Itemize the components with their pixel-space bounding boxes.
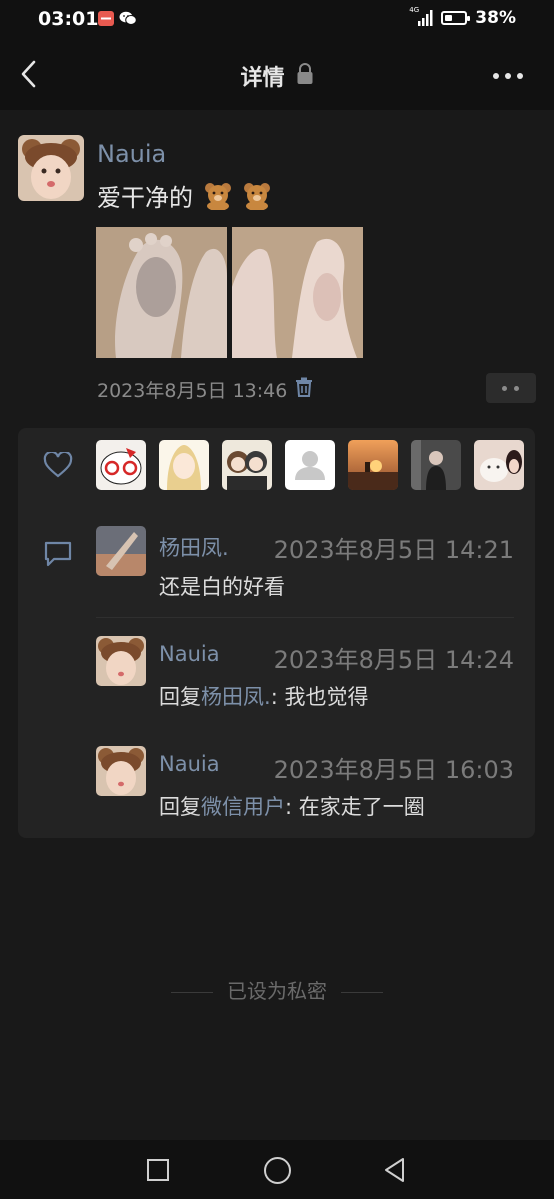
reply-prefix: 回复: [159, 685, 201, 709]
dot-icon: [502, 386, 507, 391]
comment-text-content: 还是白的好看: [159, 575, 285, 599]
post-photo[interactable]: [96, 227, 227, 358]
commenter-avatar[interactable]: [96, 746, 146, 796]
comment-time: 2023年8月5日 16:03: [273, 756, 514, 784]
author-name[interactable]: Nauia: [97, 140, 166, 168]
post-photo[interactable]: [232, 227, 363, 358]
comment-item[interactable]: Nauia 2023年8月5日 16:03 回复微信用户: 在家走了一圈: [96, 746, 514, 826]
comment-time: 2023年8月5日 14:21: [273, 536, 514, 564]
comment-text: 回复杨田凤.: 我也觉得: [159, 681, 368, 711]
network-type-label: 4G: [409, 6, 420, 14]
privacy-note: 已设为私密: [0, 975, 554, 1004]
comment-text-content: 在家走了一圈: [298, 795, 425, 819]
liker-avatar[interactable]: [159, 440, 209, 490]
liker-avatar[interactable]: [96, 440, 146, 490]
commenter-avatar[interactable]: [96, 636, 146, 686]
interaction-panel: 杨田凤. 2023年8月5日 14:21 还是白的好看 Nauia 2023年8…: [18, 428, 535, 838]
comment-icon: [43, 540, 73, 572]
home-icon[interactable]: [264, 1157, 291, 1184]
reply-to-name[interactable]: 杨田凤.: [201, 685, 271, 709]
reply-to-name[interactable]: 微信用户: [201, 795, 285, 819]
likers-list: [96, 440, 524, 490]
post-text: 爱干净的: [97, 178, 272, 216]
battery-icon: [441, 11, 471, 25]
comment-text-content: 我也觉得: [284, 685, 369, 709]
battery-percent: 38%: [475, 8, 516, 28]
bear-icon: [242, 182, 272, 216]
post-meta: 2023年8月5日 13:46: [97, 376, 313, 403]
comment-text: 还是白的好看: [159, 571, 285, 601]
commenter-avatar[interactable]: [96, 526, 146, 576]
liker-avatar-default[interactable]: [285, 440, 335, 490]
divider: [96, 617, 514, 618]
comment-text: 回复微信用户: 在家走了一圈: [159, 791, 425, 821]
liker-avatar[interactable]: [222, 440, 272, 490]
signal-icon: 4G: [409, 6, 433, 27]
comment-item[interactable]: Nauia 2023年8月5日 14:24 回复杨田凤.: 我也觉得: [96, 636, 514, 716]
reply-separator: :: [285, 795, 299, 819]
title-wrap: 详情: [0, 60, 554, 92]
app-notification-icon: [98, 11, 114, 26]
commenter-name[interactable]: Nauia: [159, 752, 220, 776]
battery-level: [445, 15, 453, 21]
heart-icon: [43, 450, 73, 482]
page-title: 详情: [240, 66, 285, 91]
privacy-note-text: 已设为私密: [227, 979, 327, 1003]
nav-back-icon[interactable]: [382, 1156, 408, 1188]
comment-item[interactable]: 杨田凤. 2023年8月5日 14:21 还是白的好看: [96, 526, 514, 606]
reply-separator: :: [270, 685, 285, 709]
liker-avatar[interactable]: [348, 440, 398, 490]
more-options-icon[interactable]: [492, 66, 524, 86]
wechat-notification-icon: [119, 11, 137, 26]
divider-line: [171, 992, 213, 993]
status-time: 03:01: [38, 8, 99, 30]
author-avatar[interactable]: [18, 135, 84, 201]
post-date: 2023年8月5日 13:46: [97, 380, 288, 402]
reply-prefix: 回复: [159, 795, 201, 819]
divider-line: [341, 992, 383, 993]
like-comment-button[interactable]: [486, 373, 536, 403]
comment-time: 2023年8月5日 14:24: [273, 646, 514, 674]
post-text-content: 爱干净的: [97, 184, 193, 212]
header: 详情: [0, 40, 554, 110]
dot-icon: [514, 386, 519, 391]
commenter-name[interactable]: 杨田凤.: [159, 532, 229, 562]
liker-avatar[interactable]: [411, 440, 461, 490]
liker-avatar[interactable]: [474, 440, 524, 490]
lock-icon: [296, 63, 314, 89]
system-navigation-bar: [0, 1140, 554, 1199]
commenter-name[interactable]: Nauia: [159, 642, 220, 666]
status-bar: 03:01 4G 38%: [0, 0, 554, 40]
delete-icon[interactable]: [295, 377, 313, 402]
bear-icon: [203, 182, 233, 216]
recent-apps-icon[interactable]: [147, 1159, 169, 1181]
